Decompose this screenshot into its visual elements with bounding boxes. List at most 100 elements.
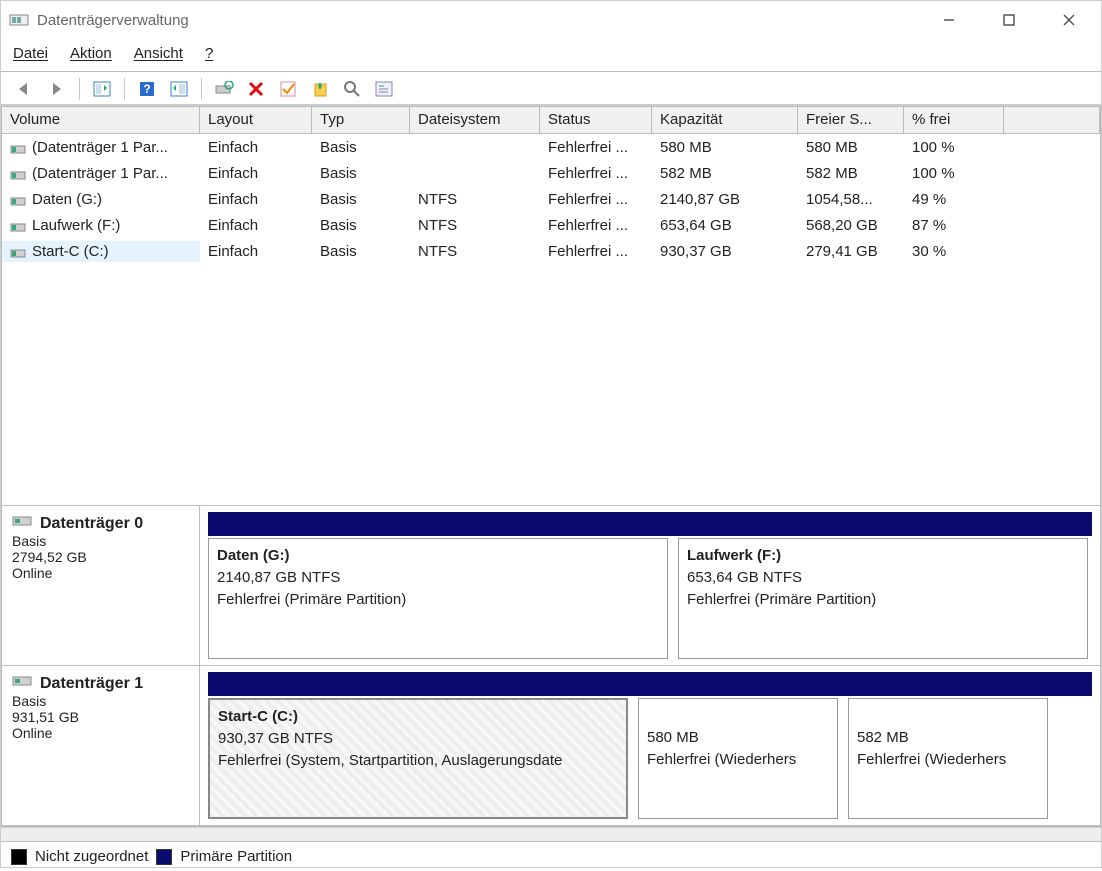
volume-type: Basis [312, 215, 410, 236]
menu-view[interactable]: Ansicht [134, 45, 183, 62]
new-button[interactable] [306, 76, 334, 102]
menu-separator [1, 71, 1101, 72]
partition-box[interactable]: Start-C (C:)930,37 GB NTFSFehlerfrei (Sy… [208, 698, 628, 819]
partition-size: 930,37 GB NTFS [218, 728, 618, 750]
volume-status: Fehlerfrei ... [540, 215, 652, 236]
volume-pctfree: 49 % [904, 189, 1004, 210]
menu-action[interactable]: Aktion [70, 45, 112, 62]
volume-free: 582 MB [798, 163, 904, 184]
partition-title: Laufwerk (F:) [687, 545, 1079, 567]
col-free[interactable]: Freier S... [798, 107, 904, 133]
volume-capacity: 2140,87 GB [652, 189, 798, 210]
partition-box[interactable]: 582 MBFehlerfrei (Wiederhers [848, 698, 1048, 819]
disk-state: Online [12, 725, 189, 741]
volume-fs [410, 171, 540, 175]
properties-button[interactable] [370, 76, 398, 102]
refresh-button[interactable] [210, 76, 238, 102]
volume-capacity: 580 MB [652, 137, 798, 158]
maximize-button[interactable] [993, 8, 1025, 32]
volume-free: 1054,58... [798, 189, 904, 210]
partition-box[interactable]: 580 MBFehlerfrei (Wiederhers [638, 698, 838, 819]
volume-icon [10, 246, 28, 258]
col-pctfree[interactable]: % frei [904, 107, 1004, 133]
volume-status: Fehlerfrei ... [540, 137, 652, 158]
disk-state: Online [12, 565, 189, 581]
partition-title: Start-C (C:) [218, 706, 618, 728]
disk-info-panel[interactable]: Datenträger 0Basis2794,52 GBOnline [2, 506, 200, 665]
volume-type: Basis [312, 189, 410, 210]
title-bar: Datenträgerverwaltung [1, 1, 1101, 39]
disk-info-panel[interactable]: Datenträger 1Basis931,51 GBOnline [2, 666, 200, 825]
volume-icon [10, 194, 28, 206]
volume-fs: NTFS [410, 189, 540, 210]
show-hide-tree-button[interactable] [88, 76, 116, 102]
horizontal-scrollbar[interactable] [1, 827, 1101, 841]
partition-title: Daten (G:) [217, 545, 659, 567]
disk-row: Datenträger 0Basis2794,52 GBOnlineDaten … [2, 506, 1100, 666]
partition-size: 580 MB [647, 727, 829, 749]
partition-status: Fehlerfrei (Primäre Partition) [687, 589, 1079, 611]
partition-boxes: Start-C (C:)930,37 GB NTFSFehlerfrei (Sy… [208, 698, 1092, 819]
forward-button[interactable] [43, 76, 71, 102]
volume-grid: Volume Layout Typ Dateisystem Status Kap… [1, 106, 1101, 506]
volume-fs: NTFS [410, 241, 540, 262]
volume-pctfree: 100 % [904, 137, 1004, 158]
disk-icon [12, 674, 34, 693]
search-button[interactable] [338, 76, 366, 102]
close-button[interactable] [1053, 8, 1085, 32]
menu-help[interactable]: ? [205, 45, 213, 62]
volume-row[interactable]: Daten (G:)EinfachBasisNTFSFehlerfrei ...… [2, 186, 1100, 212]
partition-box[interactable]: Laufwerk (F:)653,64 GB NTFSFehlerfrei (P… [678, 538, 1088, 659]
partition-size: 653,64 GB NTFS [687, 567, 1079, 589]
volume-type: Basis [312, 241, 410, 262]
disk-map: Datenträger 0Basis2794,52 GBOnlineDaten … [1, 506, 1101, 827]
back-button[interactable] [11, 76, 39, 102]
col-capacity[interactable]: Kapazität [652, 107, 798, 133]
col-filesystem[interactable]: Dateisystem [410, 107, 540, 133]
disk-size: 931,51 GB [12, 709, 189, 725]
volume-type: Basis [312, 163, 410, 184]
legend-primary-swatch [156, 849, 172, 865]
col-volume[interactable]: Volume [2, 107, 200, 133]
volume-icon [10, 220, 28, 232]
volume-icon [10, 168, 28, 180]
show-list-button[interactable] [165, 76, 193, 102]
toolbar: ? [1, 74, 1101, 106]
volume-layout: Einfach [200, 241, 312, 262]
apply-button[interactable] [274, 76, 302, 102]
disk-color-bar [208, 512, 1092, 536]
window-controls [933, 8, 1093, 32]
volume-row[interactable]: (Datenträger 1 Par...EinfachBasisFehlerf… [2, 134, 1100, 160]
legend: Nicht zugeordnet Primäre Partition [1, 841, 1101, 871]
volume-icon [10, 142, 28, 154]
delete-button[interactable] [242, 76, 270, 102]
window-title: Datenträgerverwaltung [37, 12, 189, 29]
col-blank [1004, 107, 1100, 133]
volume-capacity: 653,64 GB [652, 215, 798, 236]
disk-icon [12, 514, 34, 533]
menu-file[interactable]: Datei [13, 45, 48, 62]
partition-status: Fehlerfrei (Primäre Partition) [217, 589, 659, 611]
disk-title: Datenträger 0 [40, 515, 143, 533]
disk-size: 2794,52 GB [12, 549, 189, 565]
disk-kind: Basis [12, 693, 189, 709]
col-status[interactable]: Status [540, 107, 652, 133]
volume-layout: Einfach [200, 189, 312, 210]
volume-status: Fehlerfrei ... [540, 241, 652, 262]
help-button[interactable]: ? [133, 76, 161, 102]
disk-title: Datenträger 1 [40, 675, 143, 693]
disk-color-bar [208, 672, 1092, 696]
volume-row[interactable]: Laufwerk (F:)EinfachBasisNTFSFehlerfrei … [2, 212, 1100, 238]
partition-size: 582 MB [857, 727, 1039, 749]
volume-row[interactable]: Start-C (C:)EinfachBasisNTFSFehlerfrei .… [2, 238, 1100, 264]
volume-pctfree: 100 % [904, 163, 1004, 184]
col-layout[interactable]: Layout [200, 107, 312, 133]
legend-unallocated-label: Nicht zugeordnet [35, 848, 148, 865]
partition-box[interactable]: Daten (G:)2140,87 GB NTFSFehlerfrei (Pri… [208, 538, 668, 659]
col-type[interactable]: Typ [312, 107, 410, 133]
minimize-button[interactable] [933, 8, 965, 32]
volume-row[interactable]: (Datenträger 1 Par...EinfachBasisFehlerf… [2, 160, 1100, 186]
legend-primary-label: Primäre Partition [180, 848, 292, 865]
volume-status: Fehlerfrei ... [540, 163, 652, 184]
toolbar-sep [124, 78, 125, 100]
